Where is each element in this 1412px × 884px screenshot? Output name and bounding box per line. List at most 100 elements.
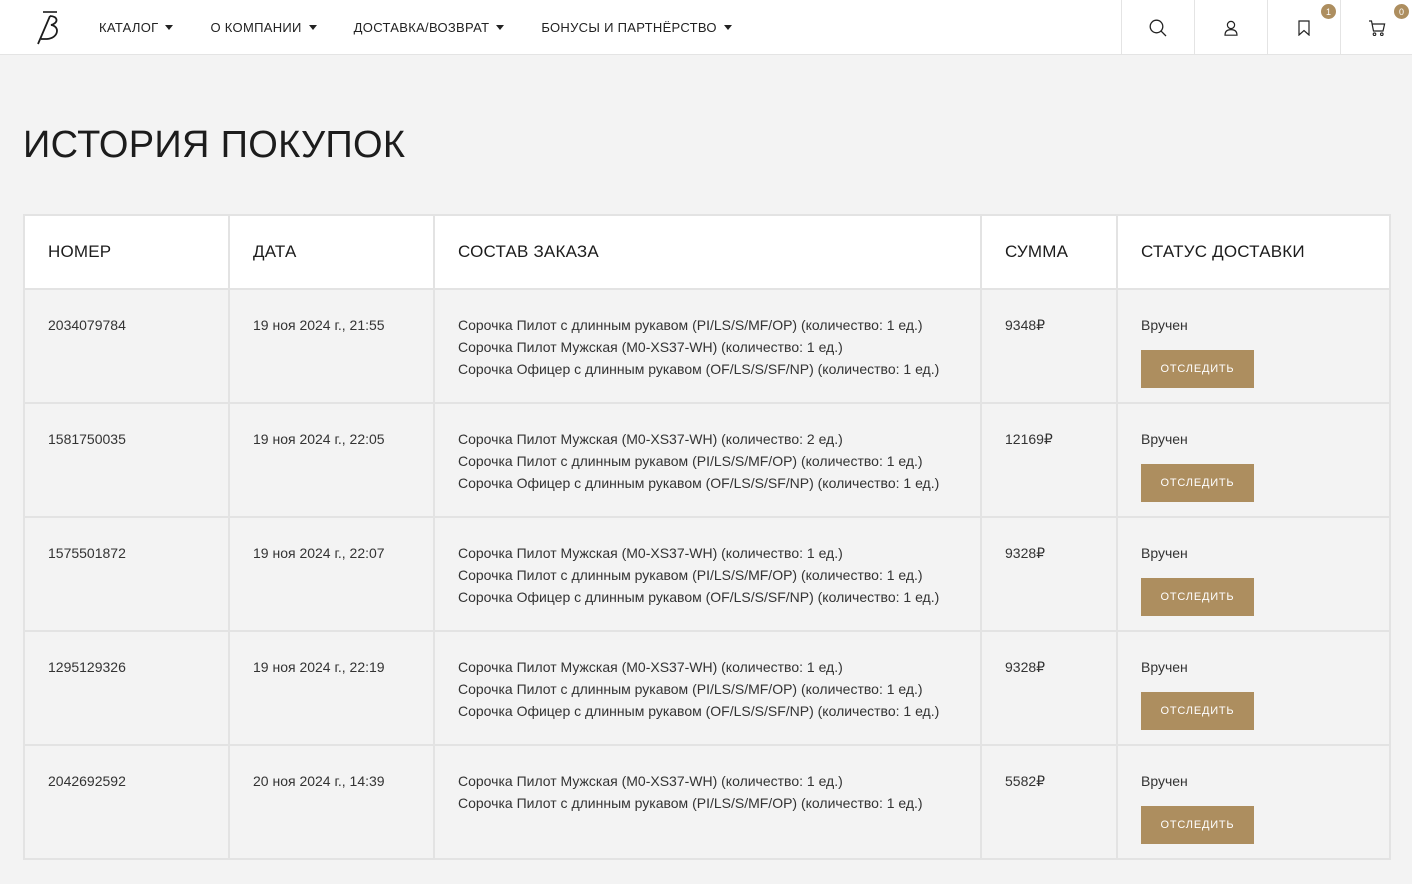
order-date-text: 19 ноя 2024 г., 22:05 bbox=[253, 431, 385, 447]
nav-item-bonuses[interactable]: БОНУСЫ И ПАРТНЁРСТВО bbox=[541, 20, 732, 35]
table-row: 1575501872 19 ноя 2024 г., 22:07 Сорочка… bbox=[23, 516, 1391, 632]
status-text: Вручен bbox=[1141, 545, 1188, 561]
order-item: Сорочка Пилот с длинным рукавом (PI/LS/S… bbox=[458, 317, 923, 333]
cart-icon bbox=[1368, 19, 1385, 36]
nav-item-catalog[interactable]: КАТАЛОГ bbox=[99, 20, 174, 35]
brand-logo[interactable] bbox=[33, 9, 63, 45]
order-date-text: 19 ноя 2024 г., 21:55 bbox=[253, 317, 385, 333]
order-sum: 12169₽ bbox=[980, 402, 1118, 518]
order-status: Вручен ОТСЛЕДИТЬ bbox=[1116, 402, 1391, 518]
order-item: Сорочка Пилот Мужская (M0-XS37-WH) (коли… bbox=[458, 431, 843, 447]
column-header-sum: СУММА bbox=[980, 214, 1118, 290]
track-button[interactable]: ОТСЛЕДИТЬ bbox=[1141, 578, 1254, 616]
table-header-row: НОМЕР ДАТА СОСТАВ ЗАКАЗА СУММА СТАТУС ДО… bbox=[23, 214, 1391, 290]
order-date-text: 20 ноя 2024 г., 14:39 bbox=[253, 773, 385, 789]
orders-table: НОМЕР ДАТА СОСТАВ ЗАКАЗА СУММА СТАТУС ДО… bbox=[23, 214, 1391, 860]
header-icons: 1 0 bbox=[1121, 0, 1412, 55]
table-row: 2042692592 20 ноя 2024 г., 14:39 Сорочка… bbox=[23, 744, 1391, 860]
bookmark-icon bbox=[1298, 19, 1310, 36]
column-header-status: СТАТУС ДОСТАВКИ bbox=[1116, 214, 1391, 290]
order-items: Сорочка Пилот Мужская (M0-XS37-WH) (коли… bbox=[433, 402, 982, 518]
order-number: 1295129326 bbox=[23, 630, 230, 746]
order-sum-text: 9328₽ bbox=[1005, 545, 1046, 561]
account-button[interactable] bbox=[1194, 0, 1267, 55]
status-text: Вручен bbox=[1141, 773, 1188, 789]
order-date: 19 ноя 2024 г., 22:19 bbox=[228, 630, 435, 746]
order-items: Сорочка Пилот Мужская (M0-XS37-WH) (коли… bbox=[433, 744, 982, 860]
order-date: 19 ноя 2024 г., 22:05 bbox=[228, 402, 435, 518]
order-item: Сорочка Офицер с длинным рукавом (OF/LS/… bbox=[458, 589, 940, 605]
order-date: 19 ноя 2024 г., 21:55 bbox=[228, 288, 435, 404]
order-item: Сорочка Пилот Мужская (M0-XS37-WH) (коли… bbox=[458, 659, 843, 675]
order-date: 20 ноя 2024 г., 14:39 bbox=[228, 744, 435, 860]
order-item: Сорочка Офицер с длинным рукавом (OF/LS/… bbox=[458, 703, 940, 719]
order-items: Сорочка Пилот с длинным рукавом (PI/LS/S… bbox=[433, 288, 982, 404]
order-sum: 9328₽ bbox=[980, 630, 1118, 746]
order-date-text: 19 ноя 2024 г., 22:19 bbox=[253, 659, 385, 675]
nav-item-label: КАТАЛОГ bbox=[99, 20, 159, 35]
table-row: 1581750035 19 ноя 2024 г., 22:05 Сорочка… bbox=[23, 402, 1391, 518]
order-sum-text: 9348₽ bbox=[1005, 317, 1046, 333]
order-date: 19 ноя 2024 г., 22:07 bbox=[228, 516, 435, 632]
caret-down-icon bbox=[496, 25, 505, 30]
order-number-text: 1581750035 bbox=[48, 431, 126, 447]
page-title: ИСТОРИЯ ПОКУПОК bbox=[23, 124, 406, 166]
caret-down-icon bbox=[308, 25, 317, 30]
status-text: Вручен bbox=[1141, 659, 1188, 675]
order-sum: 9328₽ bbox=[980, 516, 1118, 632]
nav-item-delivery[interactable]: ДОСТАВКА/ВОЗВРАТ bbox=[354, 20, 505, 35]
track-button[interactable]: ОТСЛЕДИТЬ bbox=[1141, 350, 1254, 388]
order-number: 1575501872 bbox=[23, 516, 230, 632]
bookmarks-button[interactable]: 1 bbox=[1267, 0, 1340, 55]
cart-count-badge: 0 bbox=[1394, 4, 1409, 19]
order-number-text: 1295129326 bbox=[48, 659, 126, 675]
order-status: Вручен ОТСЛЕДИТЬ bbox=[1116, 288, 1391, 404]
order-number-text: 2042692592 bbox=[48, 773, 126, 789]
track-button[interactable]: ОТСЛЕДИТЬ bbox=[1141, 464, 1254, 502]
order-status: Вручен ОТСЛЕДИТЬ bbox=[1116, 630, 1391, 746]
bookmark-count-badge: 1 bbox=[1321, 4, 1336, 19]
order-items: Сорочка Пилот Мужская (M0-XS37-WH) (коли… bbox=[433, 630, 982, 746]
order-item: Сорочка Пилот с длинным рукавом (PI/LS/S… bbox=[458, 681, 923, 697]
nav-item-label: О КОМПАНИИ bbox=[210, 20, 302, 35]
caret-down-icon bbox=[723, 25, 732, 30]
status-text: Вручен bbox=[1141, 431, 1188, 447]
order-sum: 5582₽ bbox=[980, 744, 1118, 860]
status-text: Вручен bbox=[1141, 317, 1188, 333]
order-sum: 9348₽ bbox=[980, 288, 1118, 404]
order-sum-text: 12169₽ bbox=[1005, 431, 1053, 447]
track-button[interactable]: ОТСЛЕДИТЬ bbox=[1141, 692, 1254, 730]
site-header: КАТАЛОГ О КОМПАНИИ ДОСТАВКА/ВОЗВРАТ БОНУ… bbox=[0, 0, 1412, 55]
order-number-text: 2034079784 bbox=[48, 317, 126, 333]
column-header-date: ДАТА bbox=[228, 214, 435, 290]
order-items: Сорочка Пилот Мужская (M0-XS37-WH) (коли… bbox=[433, 516, 982, 632]
cart-button[interactable]: 0 bbox=[1340, 0, 1412, 55]
order-date-text: 19 ноя 2024 г., 22:07 bbox=[253, 545, 385, 561]
caret-down-icon bbox=[165, 25, 174, 30]
order-number-text: 1575501872 bbox=[48, 545, 126, 561]
order-status: Вручен ОТСЛЕДИТЬ bbox=[1116, 516, 1391, 632]
column-header-items: СОСТАВ ЗАКАЗА bbox=[433, 214, 982, 290]
order-item: Сорочка Пилот с длинным рукавом (PI/LS/S… bbox=[458, 453, 923, 469]
main-nav: КАТАЛОГ О КОМПАНИИ ДОСТАВКА/ВОЗВРАТ БОНУ… bbox=[99, 0, 769, 55]
order-item: Сорочка Пилот Мужская (M0-XS37-WH) (коли… bbox=[458, 339, 843, 355]
order-sum-text: 5582₽ bbox=[1005, 773, 1046, 789]
table-row: 2034079784 19 ноя 2024 г., 21:55 Сорочка… bbox=[23, 288, 1391, 404]
user-icon bbox=[1224, 20, 1238, 36]
order-item: Сорочка Пилот Мужская (M0-XS37-WH) (коли… bbox=[458, 545, 843, 561]
order-number: 2034079784 bbox=[23, 288, 230, 404]
order-item: Сорочка Офицер с длинным рукавом (OF/LS/… bbox=[458, 475, 940, 491]
nav-item-label: БОНУСЫ И ПАРТНЁРСТВО bbox=[541, 20, 717, 35]
search-icon bbox=[1149, 19, 1167, 36]
table-row: 1295129326 19 ноя 2024 г., 22:19 Сорочка… bbox=[23, 630, 1391, 746]
nav-item-label: ДОСТАВКА/ВОЗВРАТ bbox=[353, 20, 490, 35]
column-header-number: НОМЕР bbox=[23, 214, 230, 290]
order-status: Вручен ОТСЛЕДИТЬ bbox=[1116, 744, 1391, 860]
order-number: 2042692592 bbox=[23, 744, 230, 860]
order-item: Сорочка Пилот с длинным рукавом (PI/LS/S… bbox=[458, 567, 923, 583]
order-item: Сорочка Пилот Мужская (M0-XS37-WH) (коли… bbox=[458, 773, 843, 789]
track-button[interactable]: ОТСЛЕДИТЬ bbox=[1141, 806, 1254, 844]
search-button[interactable] bbox=[1121, 0, 1194, 55]
order-item: Сорочка Пилот с длинным рукавом (PI/LS/S… bbox=[458, 795, 923, 811]
nav-item-about[interactable]: О КОМПАНИИ bbox=[210, 20, 317, 35]
